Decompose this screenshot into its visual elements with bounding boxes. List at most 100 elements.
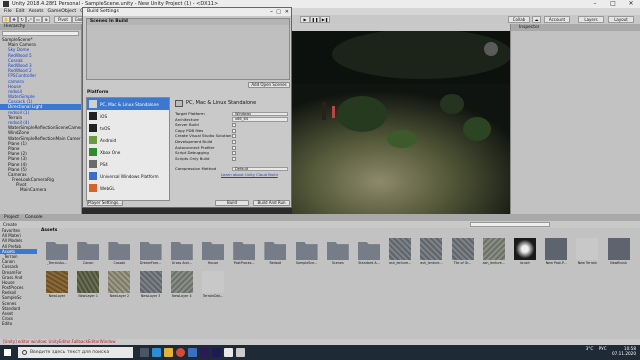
asset-tile[interactable]: PostProces... (232, 238, 256, 265)
asset-tile[interactable]: New Post-P... (544, 238, 568, 265)
pivot-toggle[interactable]: Pivot (54, 16, 72, 23)
chrome-icon[interactable] (176, 348, 185, 357)
rotate-tool-button[interactable]: ↻ (18, 16, 26, 23)
after-effects-icon[interactable] (212, 348, 221, 357)
store-icon[interactable] (188, 348, 197, 357)
step-button[interactable]: ▶❚ (320, 16, 330, 23)
pause-button[interactable]: ❚❚ (310, 16, 320, 23)
compression-method-select[interactable]: Default (232, 166, 288, 172)
asset-tile[interactable]: Scenes (326, 238, 350, 265)
platform-item[interactable]: PS4 (87, 158, 169, 170)
layout-button[interactable]: Layout (608, 16, 634, 23)
layers-button[interactable]: Layers (578, 16, 604, 23)
asset-tile[interactable]: Canon (76, 238, 100, 265)
project-tree-item[interactable]: Edito (0, 321, 37, 326)
menu-item-edit[interactable]: Edit (16, 9, 25, 14)
menu-item-assets[interactable]: Assets (29, 9, 44, 14)
setting-checkbox[interactable] (232, 151, 236, 156)
asset-tile[interactable]: ash_lenture... (419, 238, 443, 265)
project-tab[interactable]: Project (4, 215, 19, 220)
cloud-icon[interactable]: ☁ (532, 16, 541, 23)
scene-view[interactable] (292, 24, 510, 214)
hierarchy-item[interactable]: WaterSimpleReflectionMain Camera (0, 136, 81, 141)
asset-tile[interactable]: ash_lenture... (388, 238, 412, 265)
scene-gizmo-icon[interactable] (484, 42, 498, 56)
explorer-icon[interactable] (164, 348, 173, 357)
menu-item-gameobject[interactable]: GameObject (48, 9, 77, 14)
menu-item-file[interactable]: File (4, 9, 12, 14)
premiere-icon[interactable] (200, 348, 209, 357)
build-and-run-button[interactable]: Build And Run (253, 200, 290, 206)
unity-app-icon[interactable] (224, 348, 233, 357)
setting-checkbox[interactable] (232, 139, 236, 144)
edge-icon[interactable] (152, 348, 161, 357)
dialog-maximize-button[interactable]: □ (276, 8, 281, 16)
platform-item[interactable]: PC, Mac & Linux Standalone (87, 98, 169, 110)
asset-tile[interactable]: NewLayer (45, 271, 69, 298)
platform-item[interactable]: Universal Windows Platform (87, 170, 169, 182)
keyboard-language[interactable]: РУС (599, 346, 607, 351)
asset-tile[interactable]: DreamFore... (139, 238, 163, 265)
player-settings-button[interactable]: Player Settings... (87, 200, 123, 206)
close-button[interactable]: ✕ (622, 0, 640, 8)
asset-tile[interactable]: NewLayer 1 (76, 271, 100, 298)
setting-checkbox[interactable] (232, 134, 236, 139)
setting-checkbox[interactable] (232, 123, 236, 128)
hierarchy-item[interactable]: MainCamera (0, 187, 81, 192)
console-tab[interactable]: Console (25, 215, 42, 220)
setting-checkbox[interactable] (232, 156, 236, 161)
asset-tile[interactable]: New Terrain (575, 238, 599, 265)
setting-select[interactable]: x86_64 (232, 117, 288, 122)
scenes-in-build-list[interactable]: Scenes In Build (86, 18, 290, 80)
collab-button[interactable]: Collab (508, 16, 530, 23)
platform-item[interactable]: Xbox One (87, 146, 169, 158)
windows-start-icon[interactable] (4, 349, 11, 356)
rect-tool-button[interactable]: ▭ (34, 16, 42, 23)
account-button[interactable]: Account (544, 16, 570, 23)
asset-tile[interactable]: NewLayer 4 (170, 271, 194, 298)
asset-tile[interactable]: TerrainDat... (201, 271, 225, 298)
asset-tile[interactable]: SampleSce... (295, 238, 319, 265)
dialog-close-button[interactable]: ✕ (285, 8, 289, 16)
setting-checkbox[interactable] (232, 145, 236, 150)
taskbar-search-input[interactable]: Введите здесь текст для поиска (18, 347, 133, 358)
clock[interactable]: 10:58 07.11.2020 (612, 346, 636, 356)
minimize-button[interactable]: – (586, 0, 604, 8)
project-create-button[interactable]: Create (3, 222, 17, 227)
asset-tile[interactable]: Redsoil (263, 238, 287, 265)
play-button[interactable]: ▶ (300, 16, 310, 23)
platform-item[interactable]: WebGL (87, 182, 169, 194)
cloud-build-link[interactable]: Learn about Unity Cloud Build (221, 172, 278, 177)
asset-tile[interactable]: NewLayer 2 (107, 271, 131, 298)
inspector-tab[interactable]: Inspector (511, 24, 640, 31)
asset-tile[interactable]: Tile of Gr... (451, 238, 475, 265)
platform-item[interactable]: tvOS (87, 122, 169, 134)
platform-item[interactable]: Android (87, 134, 169, 146)
setting-checkbox[interactable] (232, 128, 236, 133)
project-search-input[interactable] (470, 222, 550, 227)
asset-tile[interactable]: brush (513, 238, 537, 265)
build-button[interactable]: Build (215, 200, 249, 206)
assets-breadcrumb[interactable]: Assets (37, 228, 640, 234)
asset-tile[interactable]: Cossak (107, 238, 131, 265)
add-open-scenes-button[interactable]: Add Open Scenes (248, 82, 290, 88)
unity-hub-icon[interactable] (236, 348, 245, 357)
scale-tool-button[interactable]: ⤢ (26, 16, 34, 23)
asset-tile[interactable]: Grass And... (170, 238, 194, 265)
dialog-minimize-button[interactable]: – (270, 8, 273, 16)
hierarchy-tab[interactable]: Hierarchy (0, 24, 81, 30)
hierarchy-search-input[interactable] (2, 31, 79, 36)
asset-tile[interactable]: House (201, 238, 225, 265)
asset-tile[interactable]: NewBrush (607, 238, 631, 265)
transform-tool-button[interactable]: ⊕ (42, 16, 50, 23)
asset-tile[interactable]: Standard A... (357, 238, 381, 265)
asset-tile[interactable]: ash_lenture... (482, 238, 506, 265)
asset-tile[interactable]: _TerrainAu... (45, 238, 69, 265)
asset-tile[interactable]: NewLayer 3 (139, 271, 163, 298)
maximize-button[interactable]: □ (604, 0, 622, 8)
setting-select[interactable]: Windows (232, 111, 288, 116)
task-view-icon[interactable] (140, 348, 149, 357)
hand-tool-button[interactable]: ✋ (2, 16, 10, 23)
platform-item[interactable]: iOS (87, 110, 169, 122)
move-tool-button[interactable]: ✥ (10, 16, 18, 23)
